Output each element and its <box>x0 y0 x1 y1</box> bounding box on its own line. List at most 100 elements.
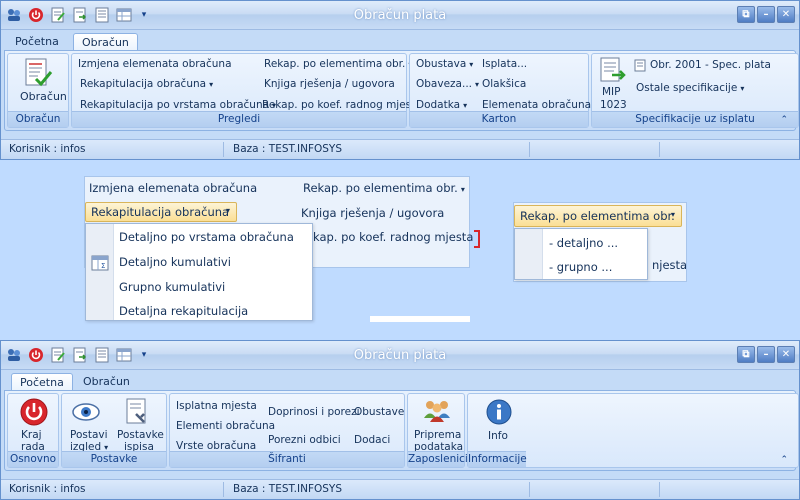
isplata-button[interactable]: Isplata... <box>482 58 527 70</box>
rekapitulacija-po-vrstama-button[interactable]: Rekapitulacija po vrstama obračuna ▾ <box>80 99 276 111</box>
bottom-window: ▾ Obračun plata ⧉ – ✕ Početna Obračun Kr… <box>0 340 800 500</box>
tab-obracun[interactable]: Obračun <box>73 33 138 51</box>
spec-document-icon <box>634 59 646 75</box>
info-icon[interactable] <box>486 399 512 428</box>
dropdown-item-grupno-kumulativi[interactable]: Grupno kumulativi <box>119 280 225 294</box>
restore-icon: ⧉ <box>742 8 750 20</box>
rekap-elementi-dropdown-button[interactable]: Rekap. po elementima obr. ▾ <box>514 205 682 227</box>
porezni-odbici-button[interactable]: Porezni odbici <box>268 434 341 446</box>
exit-power-icon[interactable] <box>20 398 48 429</box>
top-window: ▾ Obračun plata ⧉ – ✕ Početna Obračun Ob… <box>0 0 800 160</box>
window-controls: ⧉ – ✕ <box>737 6 795 23</box>
restore-button[interactable]: ⧉ <box>737 346 755 363</box>
dropdown-item-grupno[interactable]: - grupno ... <box>549 260 612 274</box>
mip-number-label[interactable]: 1023 <box>600 99 627 111</box>
status-user: Korisnik : infos <box>9 483 86 495</box>
rekap-po-elementima-item[interactable]: Rekap. po elementima obr. ▾ <box>303 181 465 195</box>
rekap-elementi-dropdown-menu: - detaljno ... - grupno ... <box>514 228 648 280</box>
group-postavke: Postavi izgled ▾ Postavke ispisa Postavke <box>61 393 167 468</box>
close-button[interactable]: ✕ <box>777 6 795 23</box>
knjiga-rjesenja-button[interactable]: Knjiga rješenja / ugovora <box>264 78 395 90</box>
izmjena-elemenata-item[interactable]: Izmjena elemenata obračuna <box>89 181 257 195</box>
eye-icon[interactable] <box>72 400 100 427</box>
chevron-down-icon: ▾ <box>670 210 675 219</box>
status-separator <box>529 482 530 497</box>
status-separator <box>223 142 224 157</box>
kraj-rada-line1[interactable]: Kraj <box>21 429 42 441</box>
dodatka-button[interactable]: Dodatka ▾ <box>416 99 467 111</box>
mip-export-icon[interactable] <box>598 57 628 86</box>
minimize-icon: – <box>763 8 769 20</box>
title-bar: ▾ Obračun plata ⧉ – ✕ <box>1 1 799 30</box>
rekap-po-koef-item[interactable]: kap. po koef. radnog mjesta <box>313 230 473 244</box>
isplatna-mjesta-button[interactable]: Isplatna mjesta <box>176 400 257 412</box>
dropdown-item-detaljno-kumulativi[interactable]: Detaljno kumulativi <box>119 255 231 269</box>
group-label-pregledi: Pregledi <box>72 111 406 127</box>
group-informacije: Info Informacije ⌃ <box>467 393 799 468</box>
minimize-button[interactable]: – <box>757 346 775 363</box>
restore-icon: ⧉ <box>742 348 750 360</box>
tab-obracun[interactable]: Obračun <box>75 373 138 391</box>
rekap-elementi-dropdown-label: Rekap. po elementima obr. <box>520 209 675 223</box>
group-label-specifikacije: Specifikacije uz isplatu <box>592 111 798 127</box>
ribbon-obracun: Obračun Obračun Izmjena elemenata obraču… <box>4 50 799 131</box>
rekap-po-koef-button[interactable]: Rekap. po koef. radnog mjesta <box>262 99 422 111</box>
group-label-sifranti: Šifranti <box>170 451 404 467</box>
ostale-specifikacije-button[interactable]: Ostale specifikacije ▾ <box>636 82 744 94</box>
rekap-po-elementima-label: Rekap. po elementima obr. <box>264 58 406 70</box>
rekapitulacija-obracuna-button[interactable]: Rekapitulacija obračuna ▾ <box>80 78 213 90</box>
status-database: Baza : TEST.INFOSYS <box>233 143 343 155</box>
status-bar: Korisnik : infos Baza : TEST.INFOSYS <box>1 479 799 499</box>
rekapitulacija-obracuna-label: Rekapitulacija obračuna <box>80 78 207 90</box>
ribbon-tabs: Početna Obračun <box>1 370 799 391</box>
postavi-izgled-line1[interactable]: Postavi <box>70 429 108 441</box>
postavke-ispisa-line1[interactable]: Postavke <box>117 429 164 441</box>
obr-2001-button[interactable]: Obr. 2001 - Spec. plata <box>650 59 771 71</box>
doprinosi-i-porezi-button[interactable]: Doprinosi i porezi <box>268 406 360 418</box>
status-user: Korisnik : infos <box>9 143 86 155</box>
tab-pocetna[interactable]: Početna <box>7 33 67 51</box>
group-label-postavke: Postavke <box>62 451 166 467</box>
knjiga-rjesenja-item[interactable]: Knjiga rješenja / ugovora <box>301 206 444 220</box>
rekap-po-elementima-button[interactable]: Rekap. po elementima obr.▾ <box>264 58 412 70</box>
close-button[interactable]: ✕ <box>777 346 795 363</box>
chevron-down-icon: ▾ <box>225 206 230 215</box>
group-specifikacije: MIP 1023 Obr. 2001 - Spec. plata Ostale … <box>591 53 799 128</box>
collapse-ribbon-icon[interactable]: ⌃ <box>780 115 788 125</box>
group-label-obracun: Obračun <box>8 111 68 127</box>
group-karton: Obustava ▾ Obaveza... ▾ Dodatka ▾ Isplata..… <box>409 53 601 128</box>
dodaci-button[interactable]: Dodaci <box>354 434 390 446</box>
info-button[interactable]: Info <box>488 430 508 442</box>
mip-label[interactable]: MIP <box>602 86 621 98</box>
collapse-ribbon-icon[interactable]: ⌃ <box>780 455 788 465</box>
rekapitulacija-obracuna-dropdown-button[interactable]: Rekapitulacija obračuna ▾ <box>85 202 237 222</box>
restore-button[interactable]: ⧉ <box>737 6 755 23</box>
obustava-button[interactable]: Obustava ▾ <box>416 58 473 70</box>
group-label-zaposlenici: Zaposlenici <box>408 451 468 467</box>
dropdown-item-detaljno[interactable]: - detaljno ... <box>549 236 618 250</box>
dropdown-item-detaljna-rekapitulacija[interactable]: Detaljna rekapitulacija <box>119 304 248 318</box>
elementi-obracuna-button[interactable]: Elementi obračuna <box>176 420 275 432</box>
rekapitulacija-po-vrstama-label: Rekapitulacija po vrstama obračuna <box>80 99 270 111</box>
obaveza-button[interactable]: Obaveza... ▾ <box>416 78 479 90</box>
obustave-button[interactable]: Obustave <box>354 406 404 418</box>
chevron-down-icon: ▾ <box>209 80 214 89</box>
tab-pocetna[interactable]: Početna <box>11 373 73 391</box>
priprema-podataka-line1[interactable]: Priprema <box>414 429 461 441</box>
ribbon-tabs: Početna Obračun <box>1 30 799 51</box>
minimize-button[interactable]: – <box>757 6 775 23</box>
rekapitulacija-obracuna-dropdown-label: Rekapitulacija obračuna <box>91 205 230 219</box>
chevron-down-icon: ▾ <box>740 84 745 93</box>
elemenata-obracuna-button[interactable]: Elemenata obračuna... <box>482 99 601 111</box>
ostale-specifikacije-label: Ostale specifikacije <box>636 82 738 94</box>
olaksica-button[interactable]: Olakšica <box>482 78 526 90</box>
chevron-down-icon: ▾ <box>469 60 474 69</box>
obaveza-label: Obaveza... <box>416 78 472 90</box>
dropdown-item-detaljno-po-vrstama[interactable]: Detaljno po vrstama obračuna <box>119 230 294 244</box>
print-settings-icon[interactable] <box>124 398 150 429</box>
obracun-button[interactable]: Obračun <box>20 90 67 103</box>
calculate-icon[interactable] <box>22 58 54 91</box>
status-database: Baza : TEST.INFOSYS <box>233 483 343 495</box>
employees-icon[interactable] <box>422 398 452 427</box>
izmjena-elemenata-button[interactable]: Izmjena elemenata obračuna <box>78 58 232 70</box>
